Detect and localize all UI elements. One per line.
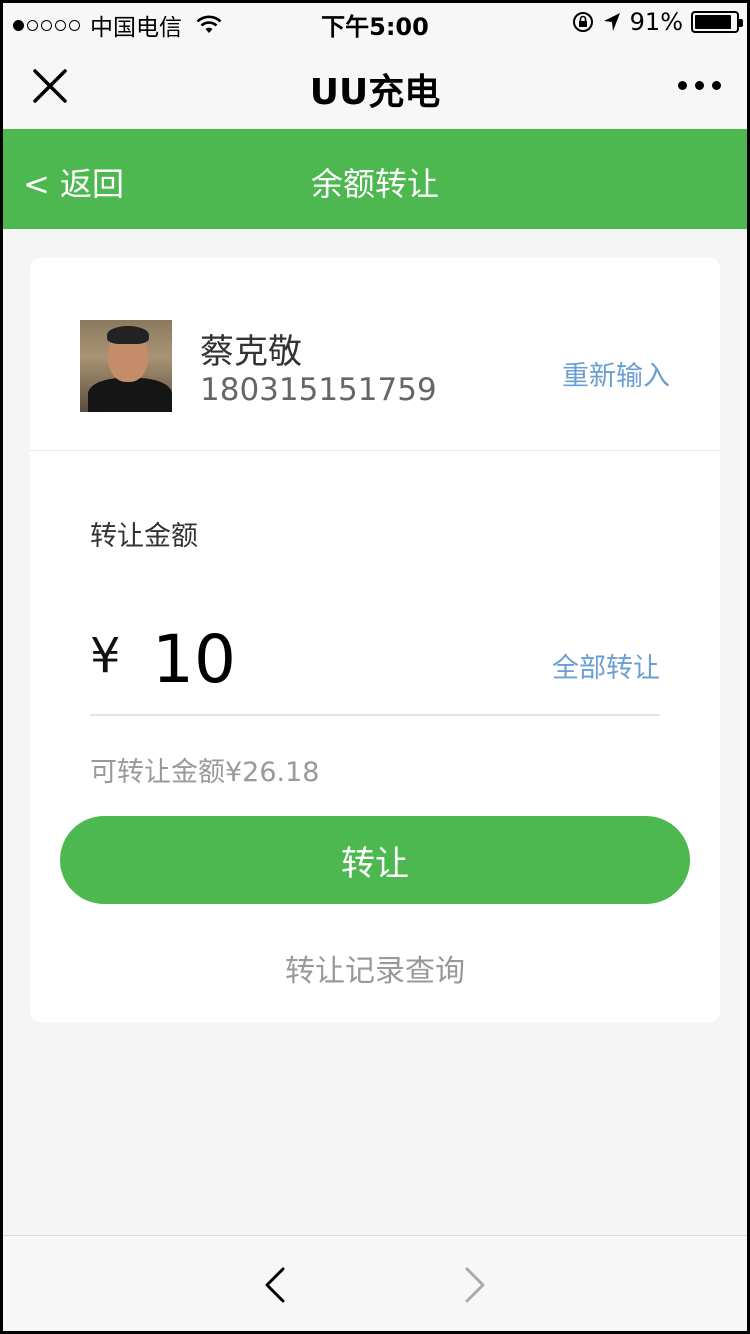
amount-underline	[90, 714, 660, 716]
battery-percent: 91%	[629, 8, 683, 36]
recipient-name: 蔡克敬	[200, 332, 302, 372]
transfer-button[interactable]: 转让	[60, 816, 690, 904]
screen: 中国电信 下午5:00 91% UU充电 < 返回 余额转让 蔡克敬 18031…	[3, 3, 747, 1331]
amount-input[interactable]	[152, 622, 512, 696]
battery-icon	[691, 11, 743, 33]
recipient-row: 蔡克敬 180315151759 重新输入	[30, 258, 720, 451]
reenter-link[interactable]: 重新输入	[562, 354, 670, 393]
currency-symbol: ¥	[90, 628, 121, 684]
status-bar: 中国电信 下午5:00 91%	[3, 3, 747, 43]
chevron-left-icon[interactable]	[261, 1266, 289, 1304]
chevron-right-icon[interactable]	[461, 1266, 489, 1304]
more-icon[interactable]	[678, 81, 721, 90]
browser-toolbar	[3, 1235, 747, 1331]
location-arrow-icon	[603, 13, 620, 31]
transfer-history-link[interactable]: 转让记录查询	[30, 946, 720, 990]
transfer-card: 蔡克敬 180315151759 重新输入 转让金额 ¥ 全部转让 可转让金额¥…	[30, 258, 720, 1022]
available-balance: 可转让金额¥26.18	[90, 757, 320, 788]
recipient-phone: 180315151759	[200, 372, 437, 408]
app-title: UU充电	[309, 72, 441, 113]
status-right: 91%	[572, 8, 743, 36]
rotation-lock-icon	[572, 12, 593, 32]
battery-fill	[695, 15, 732, 29]
amount-label: 转让金额	[90, 521, 198, 552]
transfer-all-link[interactable]: 全部转让	[552, 646, 660, 685]
page-title: 余额转让	[310, 165, 439, 203]
avatar	[80, 320, 172, 412]
page-nav-bar: < 返回 余额转让	[3, 129, 747, 229]
wechat-header: UU充电	[3, 43, 747, 129]
